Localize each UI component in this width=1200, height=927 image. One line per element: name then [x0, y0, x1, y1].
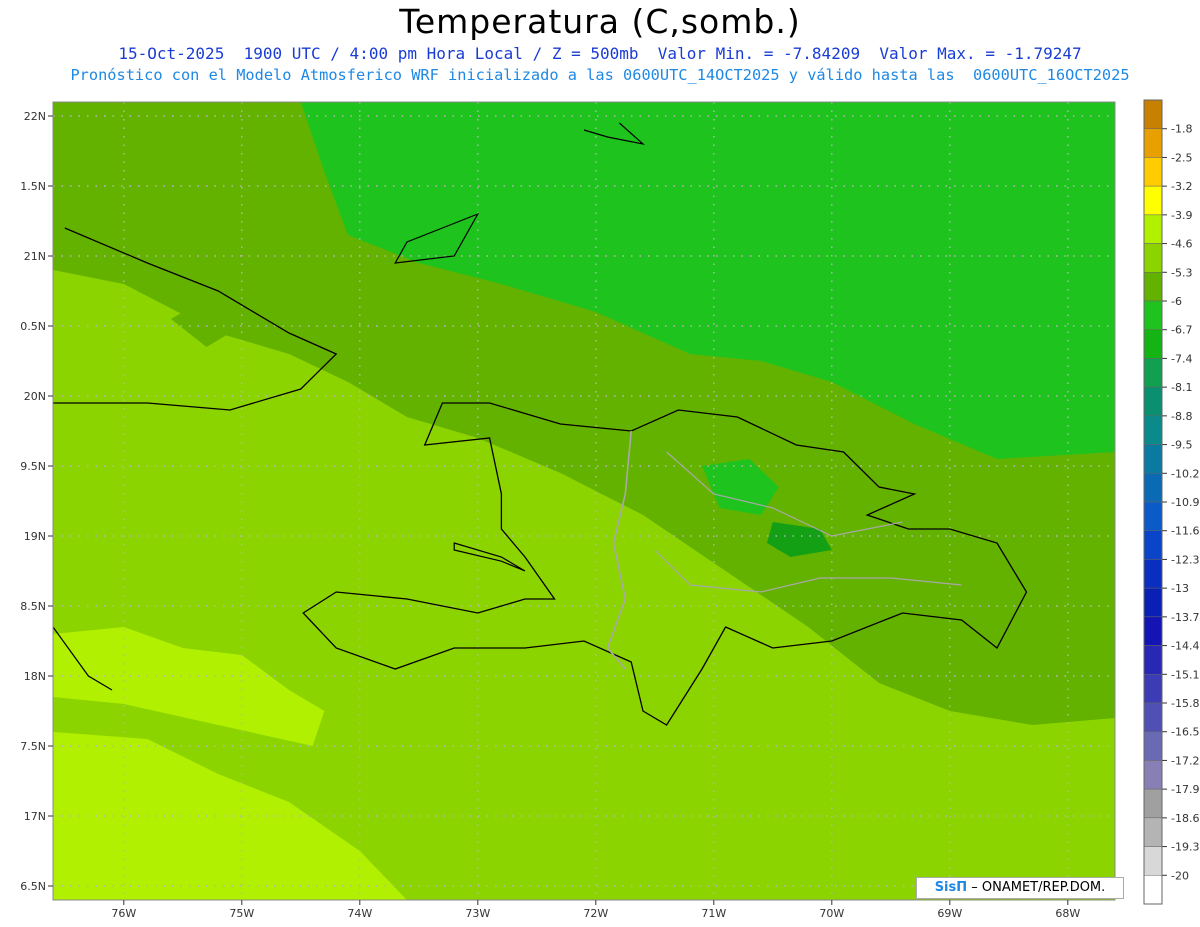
legend-label: -18.6 [1171, 812, 1199, 825]
legend-swatch [1143, 616, 1163, 646]
lat-tick-label: 19N [24, 530, 46, 543]
temperature-map: 22N 1.5N 21N 0.5N 20N 9.5N 19N 8.5N 18N 7.5N 17N 6.… [20, 99, 1199, 920]
legend-swatch [1143, 645, 1163, 675]
lat-tick-label: 8.5N [20, 600, 46, 613]
legend-swatch [1143, 444, 1163, 474]
legend-label: -15.1 [1171, 668, 1199, 681]
legend-label: -3.2 [1171, 180, 1192, 193]
legend-label: -17.9 [1171, 783, 1199, 796]
legend-label: -2.5 [1171, 151, 1192, 164]
legend-swatch [1143, 674, 1163, 704]
credit-brand: SisΠ [934, 880, 968, 895]
legend-swatch [1143, 99, 1163, 129]
legend-swatch [1143, 272, 1163, 302]
legend-swatch [1143, 243, 1163, 273]
legend-swatch [1143, 702, 1163, 732]
lat-tick-label: 7.5N [20, 740, 46, 753]
legend-swatch [1143, 415, 1163, 445]
legend-swatch [1143, 185, 1163, 216]
lat-tick-label: 9.5N [20, 460, 46, 473]
lat-tick-label: 0.5N [20, 320, 46, 333]
legend-label: -14.4 [1171, 640, 1199, 653]
lat-tick-label: 22N [24, 110, 46, 123]
legend-label: -13.7 [1171, 611, 1199, 624]
legend-swatch [1143, 587, 1163, 618]
legend-label: -19.3 [1171, 841, 1199, 854]
legend-label: -20 [1171, 869, 1189, 882]
legend-swatch [1143, 788, 1163, 819]
legend-swatch [1143, 358, 1163, 388]
lon-tick-label: 72W [583, 907, 608, 920]
legend-swatch [1143, 731, 1163, 761]
legend-swatch [1143, 473, 1163, 503]
legend-label: -16.5 [1171, 726, 1199, 739]
legend-label: -6 [1171, 295, 1182, 308]
legend-swatch [1143, 386, 1163, 417]
legend-swatch [1143, 875, 1163, 905]
lon-tick-label: 74W [347, 907, 372, 920]
lon-tick-label: 68W [1055, 907, 1080, 920]
lon-tick-label: 69W [937, 907, 962, 920]
temperature-field [53, 102, 1115, 900]
legend-label: -17.2 [1171, 754, 1199, 767]
legend-label: -6.7 [1171, 324, 1192, 337]
legend-swatch [1143, 157, 1163, 187]
legend-label: -4.6 [1171, 238, 1192, 251]
lon-tick-label: 75W [229, 907, 254, 920]
legend-swatch [1143, 501, 1163, 531]
legend-label: -9.5 [1171, 439, 1192, 452]
lon-tick-label: 73W [465, 907, 490, 920]
legend-label: -3.9 [1171, 209, 1192, 222]
lon-tick-label: 70W [819, 907, 844, 920]
legend-label: -11.6 [1171, 525, 1199, 538]
legend-label: -1.8 [1171, 123, 1192, 136]
credit-text: – ONAMET/REP.DOM. [971, 880, 1106, 895]
credit-box: SisΠ – ONAMET/REP.DOM. [916, 877, 1124, 899]
legend-swatch [1143, 300, 1163, 330]
legend-label: -5.3 [1171, 266, 1192, 279]
legend-label: -15.8 [1171, 697, 1199, 710]
lat-tick-label: 18N [24, 670, 46, 683]
legend-swatch [1143, 559, 1163, 589]
lon-tick-label: 76W [111, 907, 136, 920]
legend-swatch [1143, 329, 1163, 359]
legend-swatch [1143, 530, 1163, 560]
legend-swatch [1143, 128, 1163, 158]
lat-tick-label: 20N [24, 390, 46, 403]
lat-tick-label: 6.5N [20, 880, 46, 893]
lat-tick-label: 21N [24, 250, 46, 263]
legend-swatch [1143, 846, 1163, 876]
legend-label: -10.9 [1171, 496, 1199, 509]
legend-label: -8.1 [1171, 381, 1192, 394]
legend-swatch [1143, 214, 1163, 244]
legend-label: -8.8 [1171, 410, 1192, 423]
legend-swatch [1143, 760, 1163, 790]
lat-tick-label: 17N [24, 810, 46, 823]
lon-tick-label: 71W [701, 907, 726, 920]
legend-label: -13 [1171, 582, 1189, 595]
legend-label: -12.3 [1171, 553, 1199, 566]
legend-label: -7.4 [1171, 352, 1192, 365]
legend-label: -10.2 [1171, 467, 1199, 480]
lat-tick-label: 1.5N [20, 180, 46, 193]
color-legend: -1.8 -2.5 -3.2 -3.9 -4.6 -5.3 -6 -6.7 -7.4 -8.1 -8… [1143, 99, 1199, 905]
legend-swatch [1143, 817, 1163, 847]
